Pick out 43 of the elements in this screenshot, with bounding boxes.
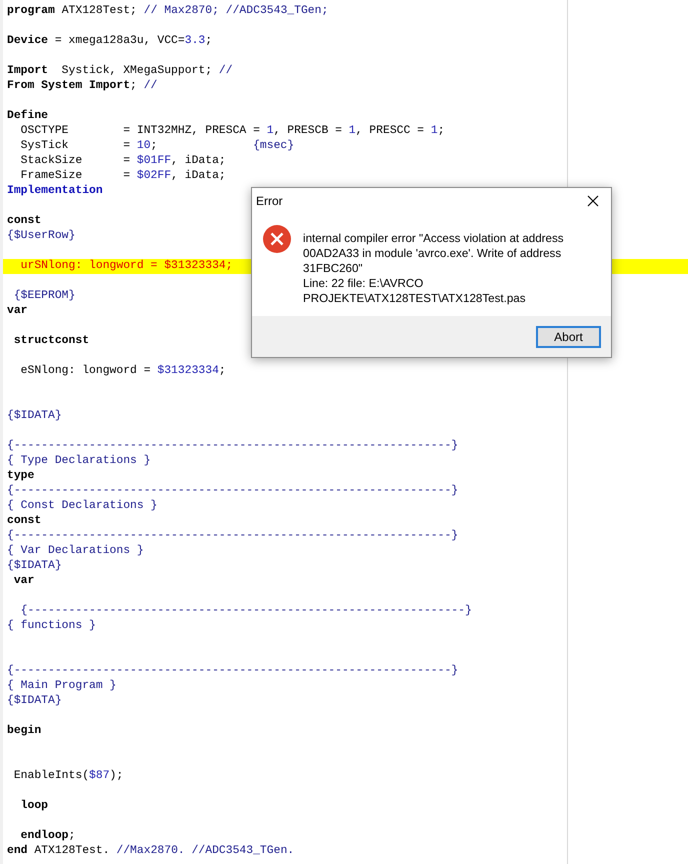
code-line: program ATX128Test; // Max2870; //ADC3543_TGen; <box>7 4 328 19</box>
code-line: endloop; <box>20 829 76 844</box>
code-line: { Var Declarations } <box>7 544 144 559</box>
code-line: OSCTYPE = INT32MHZ, PRESCA = 1, PRESCB = 1, PRESCC = 1; <box>20 124 445 139</box>
code-line: {----------------------------------------------------------------} <box>7 484 458 499</box>
code-line: loop <box>20 799 48 814</box>
code-line: {----------------------------------------------------------------} <box>7 529 458 544</box>
close-icon <box>587 195 599 207</box>
code-line: const <box>7 514 42 529</box>
code-line: {$IDATA} <box>7 559 62 574</box>
code-line: Device = xmega128a3u, VCC=3.3; <box>7 34 212 49</box>
code-line: {$IDATA} <box>7 694 62 709</box>
code-line: { Type Declarations } <box>7 454 151 469</box>
code-line: {----------------------------------------------------------------} <box>7 439 458 454</box>
code-line: begin <box>7 724 42 739</box>
code-line: FrameSize = $02FF, iData; <box>20 169 226 184</box>
code-line: var <box>12 574 34 589</box>
code-line: Implementation <box>7 184 103 199</box>
abort-button[interactable]: Abort <box>536 326 601 348</box>
code-line: {----------------------------------------------------------------} <box>20 604 472 619</box>
code-line: { Main Program } <box>7 679 116 694</box>
code-line: structconst <box>12 334 90 349</box>
error-message: internal compiler error "Access violation at address 00AD2A33 in module 'avrco.exe'. Write of address 31FBC260" Line: 22 file: E:\AVRCO PROJEKTE\ATX128TEST\ATX128Test.pas <box>303 231 564 307</box>
code-line: eSNlong: longword = $31323334; <box>20 364 226 379</box>
code-line: {----------------------------------------------------------------} <box>7 664 458 679</box>
code-line: Define <box>7 109 48 124</box>
code-line: {$UserRow} <box>7 229 76 244</box>
code-line: StackSize = $01FF, iData; <box>20 154 226 169</box>
code-line: EnableInts($87); <box>12 769 124 784</box>
code-line: { functions } <box>7 619 96 634</box>
code-line: end ATX128Test. //Max2870. //ADC3543_TGen. <box>7 844 294 859</box>
code-line: Import Systick, XMegaSupport; // <box>7 64 233 79</box>
code-line: type <box>7 469 34 484</box>
code-line: {$IDATA} <box>7 409 62 424</box>
code-line: {$EEPROM} <box>12 289 76 304</box>
code-line: SysTick = 10; {msec} <box>20 139 294 154</box>
dialog-title: Error <box>256 194 283 208</box>
code-line: var <box>7 304 28 319</box>
code-line: const <box>7 214 42 229</box>
code-line: From System Import; // <box>7 79 158 94</box>
code-line: { Const Declarations } <box>7 499 158 514</box>
error-icon <box>263 225 291 253</box>
code-line: urSNlong: longword = $31323334; <box>20 259 233 274</box>
